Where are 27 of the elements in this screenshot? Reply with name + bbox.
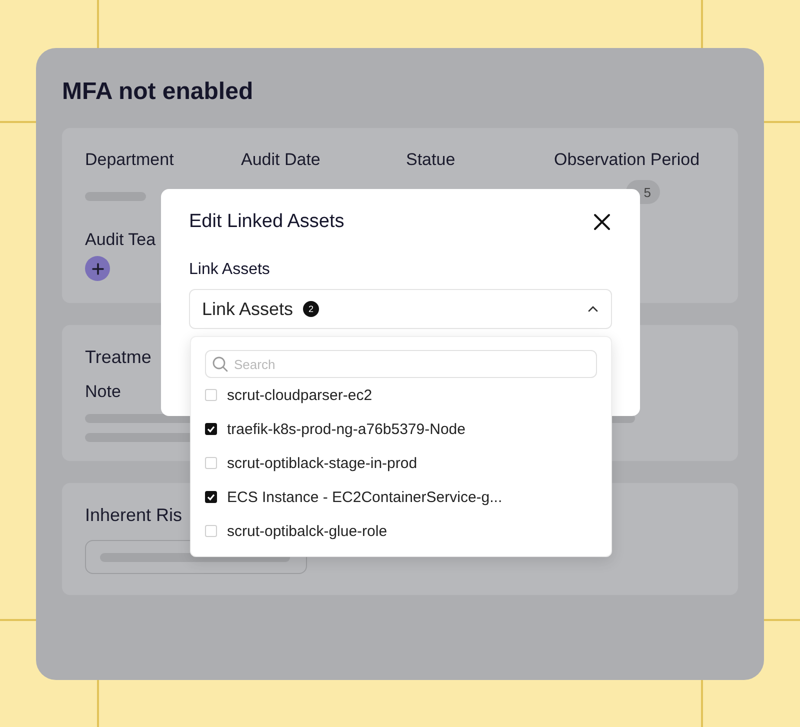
option-item[interactable]: scrut-optiblack-stage-in-prod: [205, 446, 418, 480]
select-value: Link Assets: [202, 298, 294, 320]
field-label: Audit Date: [241, 150, 320, 170]
option-item[interactable]: scrut-optibalck-glue-role: [205, 514, 388, 548]
option-item[interactable]: scrut-cloudparser-ec2: [205, 378, 372, 412]
field-label: Audit Tea: [85, 230, 156, 250]
field-label: Observation Period: [554, 150, 700, 170]
field-label: Link Assets: [189, 261, 270, 279]
close-icon: [593, 213, 611, 231]
plus-icon: [92, 262, 104, 274]
assets-select[interactable]: Link Assets 2: [189, 289, 612, 329]
option-item[interactable]: ECS Instance - EC2ContainerService-g...: [205, 480, 502, 514]
close-button[interactable]: [592, 212, 612, 232]
modal-title: Edit Linked Assets: [189, 211, 344, 233]
section-title: Treatme: [85, 347, 152, 368]
count-badge: 2: [303, 301, 320, 317]
section-title: Inherent Ris: [85, 505, 182, 526]
search-field[interactable]: Search: [205, 350, 597, 378]
field-label: Statue: [406, 150, 456, 170]
add-member-button[interactable]: [85, 256, 110, 281]
page-title: MFA not enabled: [62, 78, 254, 106]
checkbox[interactable]: [205, 491, 217, 503]
field-label: Note: [85, 382, 121, 402]
option-item[interactable]: traefik-k8s-prod-ng-a76b5379-Node: [205, 412, 466, 446]
chevron-icon: [587, 305, 599, 313]
checkbox[interactable]: [205, 423, 217, 435]
field-label: Department: [85, 150, 174, 170]
